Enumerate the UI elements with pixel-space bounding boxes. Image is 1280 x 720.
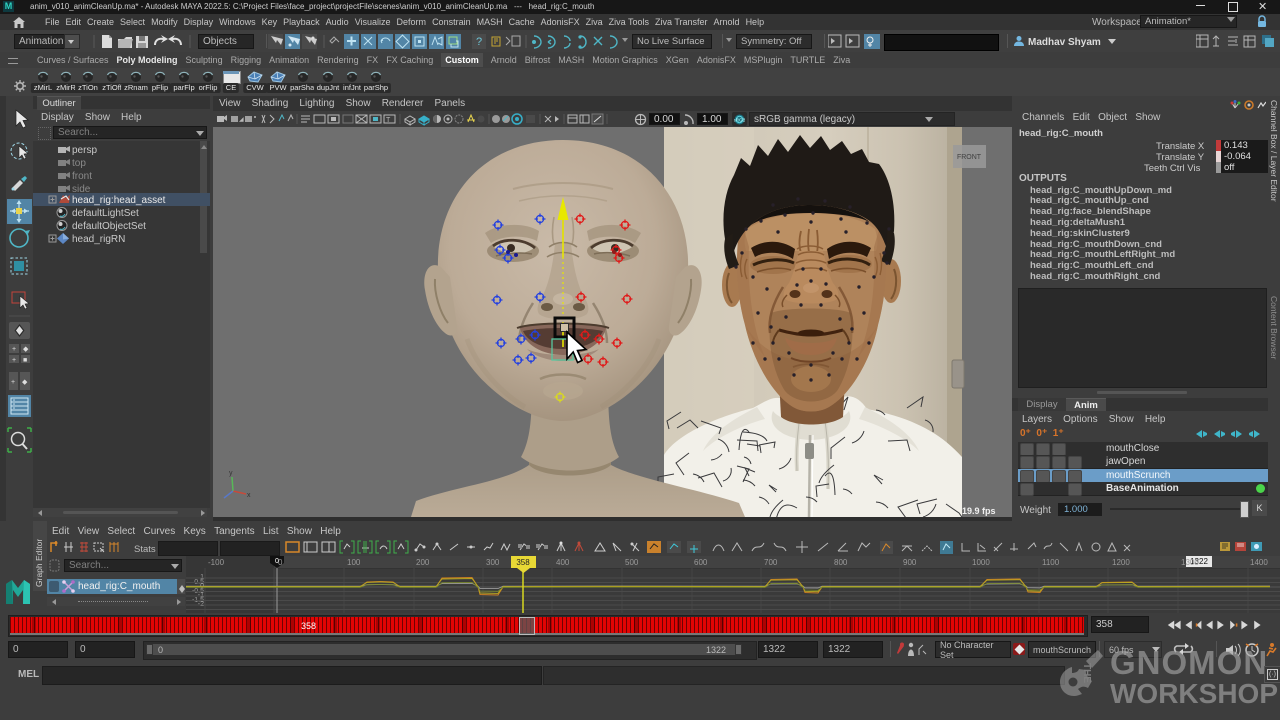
svg-text:THE: THE: [1081, 663, 1092, 683]
svg-text:FRONT: FRONT: [957, 154, 982, 161]
svg-text:◆: ◆: [23, 346, 29, 353]
svg-text:◆: ◆: [22, 379, 28, 386]
svg-text:front: front: [72, 171, 92, 182]
svg-text:head_rigRN: head_rigRN: [72, 234, 125, 245]
svg-text:WORKSHOP: WORKSHOP: [1110, 678, 1278, 709]
svg-text:x: x: [247, 492, 251, 499]
svg-text:persp: persp: [72, 145, 97, 156]
svg-text:top: top: [72, 158, 86, 169]
svg-text:y: y: [229, 470, 233, 477]
svg-text:◢: ◢: [239, 117, 244, 123]
svg-text:sRGB: sRGB: [734, 118, 745, 123]
svg-text:?: ?: [476, 36, 482, 48]
svg-text:GNOMON: GNOMON: [1110, 644, 1268, 681]
svg-text:defaultObjectSet: defaultObjectSet: [72, 221, 146, 232]
svg-text:head_rig:head_asset: head_rig:head_asset: [72, 195, 166, 206]
svg-text:+: +: [12, 346, 16, 353]
svg-text:■: ■: [23, 357, 27, 364]
svg-text:358: 358: [516, 558, 530, 567]
svg-text:19.9 fps: 19.9 fps: [962, 506, 996, 516]
svg-text:defaultLightSet: defaultLightSet: [72, 208, 139, 219]
svg-text:+: +: [11, 379, 15, 386]
svg-text:T: T: [386, 117, 391, 124]
svg-text:+: +: [12, 357, 16, 364]
